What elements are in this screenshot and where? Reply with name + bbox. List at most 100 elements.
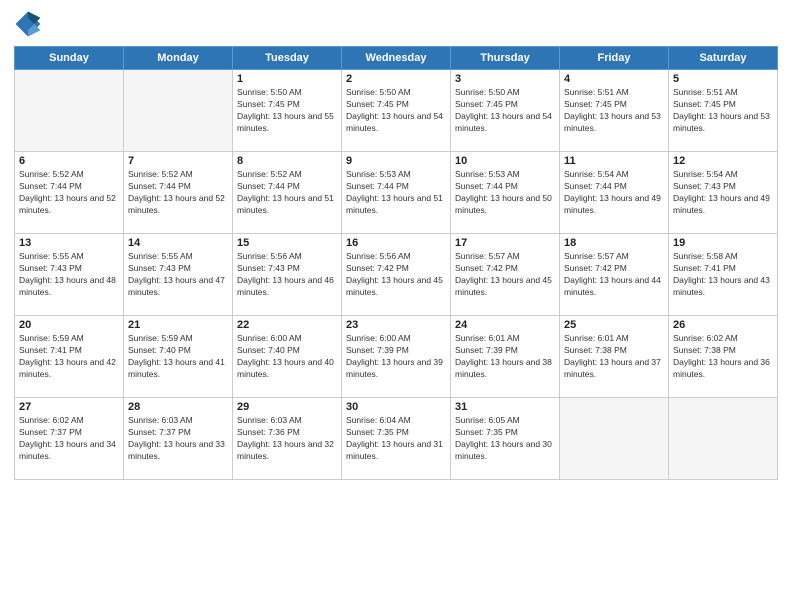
calendar-cell: 19 Sunrise: 5:58 AMSunset: 7:41 PMDayligh… — [669, 234, 778, 316]
week-row-3: 20 Sunrise: 5:59 AMSunset: 7:41 PMDayligh… — [15, 316, 778, 398]
logo — [14, 10, 46, 38]
calendar-cell: 8 Sunrise: 5:52 AMSunset: 7:44 PMDaylight… — [233, 152, 342, 234]
day-number: 12 — [673, 155, 773, 167]
weekday-header-row: SundayMondayTuesdayWednesdayThursdayFrid… — [15, 47, 778, 70]
day-info: Sunrise: 5:52 AMSunset: 7:44 PMDaylight:… — [237, 169, 337, 217]
day-info: Sunrise: 5:51 AMSunset: 7:45 PMDaylight:… — [564, 87, 664, 135]
day-number: 21 — [128, 319, 228, 331]
calendar-cell: 11Sunrise: 5:54 AMSunset: 7:44 PMDayligh… — [560, 152, 669, 234]
day-number: 29 — [237, 401, 337, 413]
day-number: 15 — [237, 237, 337, 249]
day-info: Sunrise: 5:56 AMSunset: 7:43 PMDaylight:… — [237, 251, 337, 299]
calendar-cell: 3 Sunrise: 5:50 AMSunset: 7:45 PMDaylight… — [451, 70, 560, 152]
calendar-cell — [669, 398, 778, 480]
day-info: Sunrise: 6:04 AMSunset: 7:35 PMDaylight:… — [346, 415, 446, 463]
day-number: 23 — [346, 319, 446, 331]
day-info: Sunrise: 6:02 AMSunset: 7:38 PMDaylight:… — [673, 333, 773, 381]
calendar-cell: 4 Sunrise: 5:51 AMSunset: 7:45 PMDaylight… — [560, 70, 669, 152]
calendar-cell: 31 Sunrise: 6:05 AMSunset: 7:35 PMDayligh… — [451, 398, 560, 480]
day-number: 10 — [455, 155, 555, 167]
calendar-cell: 26 Sunrise: 6:02 AMSunset: 7:38 PMDayligh… — [669, 316, 778, 398]
calendar-cell: 1 Sunrise: 5:50 AMSunset: 7:45 PMDaylight… — [233, 70, 342, 152]
logo-icon — [14, 10, 42, 38]
page: SundayMondayTuesdayWednesdayThursdayFrid… — [0, 0, 792, 612]
day-info: Sunrise: 5:50 AMSunset: 7:45 PMDaylight:… — [346, 87, 446, 135]
weekday-header-friday: Friday — [560, 47, 669, 70]
weekday-header-thursday: Thursday — [451, 47, 560, 70]
day-info: Sunrise: 6:02 AMSunset: 7:37 PMDaylight:… — [19, 415, 119, 463]
day-number: 8 — [237, 155, 337, 167]
day-info: Sunrise: 6:01 AMSunset: 7:39 PMDaylight:… — [455, 333, 555, 381]
day-number: 30 — [346, 401, 446, 413]
day-info: Sunrise: 5:53 AMSunset: 7:44 PMDaylight:… — [455, 169, 555, 217]
week-row-4: 27 Sunrise: 6:02 AMSunset: 7:37 PMDayligh… — [15, 398, 778, 480]
day-number: 26 — [673, 319, 773, 331]
day-number: 2 — [346, 73, 446, 85]
weekday-header-tuesday: Tuesday — [233, 47, 342, 70]
day-number: 18 — [564, 237, 664, 249]
day-info: Sunrise: 5:51 AMSunset: 7:45 PMDaylight:… — [673, 87, 773, 135]
calendar-cell: 30 Sunrise: 6:04 AMSunset: 7:35 PMDayligh… — [342, 398, 451, 480]
calendar-cell: 20 Sunrise: 5:59 AMSunset: 7:41 PMDayligh… — [15, 316, 124, 398]
day-info: Sunrise: 6:01 AMSunset: 7:38 PMDaylight:… — [564, 333, 664, 381]
day-number: 14 — [128, 237, 228, 249]
day-info: Sunrise: 6:05 AMSunset: 7:35 PMDaylight:… — [455, 415, 555, 463]
calendar-cell: 22 Sunrise: 6:00 AMSunset: 7:40 PMDayligh… — [233, 316, 342, 398]
calendar-cell: 21 Sunrise: 5:59 AMSunset: 7:40 PMDayligh… — [124, 316, 233, 398]
calendar-cell: 24 Sunrise: 6:01 AMSunset: 7:39 PMDayligh… — [451, 316, 560, 398]
day-number: 17 — [455, 237, 555, 249]
weekday-header-saturday: Saturday — [669, 47, 778, 70]
day-info: Sunrise: 6:00 AMSunset: 7:39 PMDaylight:… — [346, 333, 446, 381]
day-number: 7 — [128, 155, 228, 167]
calendar-cell: 28Sunrise: 6:03 AMSunset: 7:37 PMDayligh… — [124, 398, 233, 480]
day-info: Sunrise: 5:59 AMSunset: 7:41 PMDaylight:… — [19, 333, 119, 381]
day-number: 3 — [455, 73, 555, 85]
day-info: Sunrise: 6:03 AMSunset: 7:37 PMDaylight:… — [128, 415, 228, 463]
calendar-cell: 2 Sunrise: 5:50 AMSunset: 7:45 PMDaylight… — [342, 70, 451, 152]
calendar-cell: 13Sunrise: 5:55 AMSunset: 7:43 PMDayligh… — [15, 234, 124, 316]
calendar-cell: 10 Sunrise: 5:53 AMSunset: 7:44 PMDayligh… — [451, 152, 560, 234]
calendar-cell — [560, 398, 669, 480]
week-row-2: 13Sunrise: 5:55 AMSunset: 7:43 PMDayligh… — [15, 234, 778, 316]
calendar-cell: 15 Sunrise: 5:56 AMSunset: 7:43 PMDayligh… — [233, 234, 342, 316]
day-number: 19 — [673, 237, 773, 249]
day-number: 6 — [19, 155, 119, 167]
day-info: Sunrise: 5:56 AMSunset: 7:42 PMDaylight:… — [346, 251, 446, 299]
day-number: 20 — [19, 319, 119, 331]
day-number: 4 — [564, 73, 664, 85]
day-number: 16 — [346, 237, 446, 249]
day-number: 9 — [346, 155, 446, 167]
day-info: Sunrise: 6:00 AMSunset: 7:40 PMDaylight:… — [237, 333, 337, 381]
weekday-header-wednesday: Wednesday — [342, 47, 451, 70]
calendar-cell: 29 Sunrise: 6:03 AMSunset: 7:36 PMDayligh… — [233, 398, 342, 480]
day-info: Sunrise: 5:59 AMSunset: 7:40 PMDaylight:… — [128, 333, 228, 381]
day-number: 22 — [237, 319, 337, 331]
day-info: Sunrise: 5:57 AMSunset: 7:42 PMDaylight:… — [564, 251, 664, 299]
calendar-table: SundayMondayTuesdayWednesdayThursdayFrid… — [14, 46, 778, 480]
day-number: 24 — [455, 319, 555, 331]
day-number: 27 — [19, 401, 119, 413]
calendar-cell: 6 Sunrise: 5:52 AMSunset: 7:44 PMDaylight… — [15, 152, 124, 234]
day-info: Sunrise: 5:52 AMSunset: 7:44 PMDaylight:… — [128, 169, 228, 217]
day-info: Sunrise: 5:50 AMSunset: 7:45 PMDaylight:… — [237, 87, 337, 135]
day-number: 13 — [19, 237, 119, 249]
calendar-cell: 14Sunrise: 5:55 AMSunset: 7:43 PMDayligh… — [124, 234, 233, 316]
week-row-0: 1 Sunrise: 5:50 AMSunset: 7:45 PMDaylight… — [15, 70, 778, 152]
day-info: Sunrise: 6:03 AMSunset: 7:36 PMDaylight:… — [237, 415, 337, 463]
day-number: 5 — [673, 73, 773, 85]
calendar-cell: 23 Sunrise: 6:00 AMSunset: 7:39 PMDayligh… — [342, 316, 451, 398]
day-number: 1 — [237, 73, 337, 85]
day-number: 25 — [564, 319, 664, 331]
day-number: 31 — [455, 401, 555, 413]
calendar-cell — [124, 70, 233, 152]
calendar-cell: 27 Sunrise: 6:02 AMSunset: 7:37 PMDayligh… — [15, 398, 124, 480]
calendar-cell: 25 Sunrise: 6:01 AMSunset: 7:38 PMDayligh… — [560, 316, 669, 398]
day-info: Sunrise: 5:50 AMSunset: 7:45 PMDaylight:… — [455, 87, 555, 135]
day-info: Sunrise: 5:52 AMSunset: 7:44 PMDaylight:… — [19, 169, 119, 217]
calendar-cell: 16 Sunrise: 5:56 AMSunset: 7:42 PMDayligh… — [342, 234, 451, 316]
weekday-header-sunday: Sunday — [15, 47, 124, 70]
day-info: Sunrise: 5:54 AMSunset: 7:44 PMDaylight:… — [564, 169, 664, 217]
calendar-cell: 12Sunrise: 5:54 AMSunset: 7:43 PMDayligh… — [669, 152, 778, 234]
day-info: Sunrise: 5:58 AMSunset: 7:41 PMDaylight:… — [673, 251, 773, 299]
week-row-1: 6 Sunrise: 5:52 AMSunset: 7:44 PMDaylight… — [15, 152, 778, 234]
